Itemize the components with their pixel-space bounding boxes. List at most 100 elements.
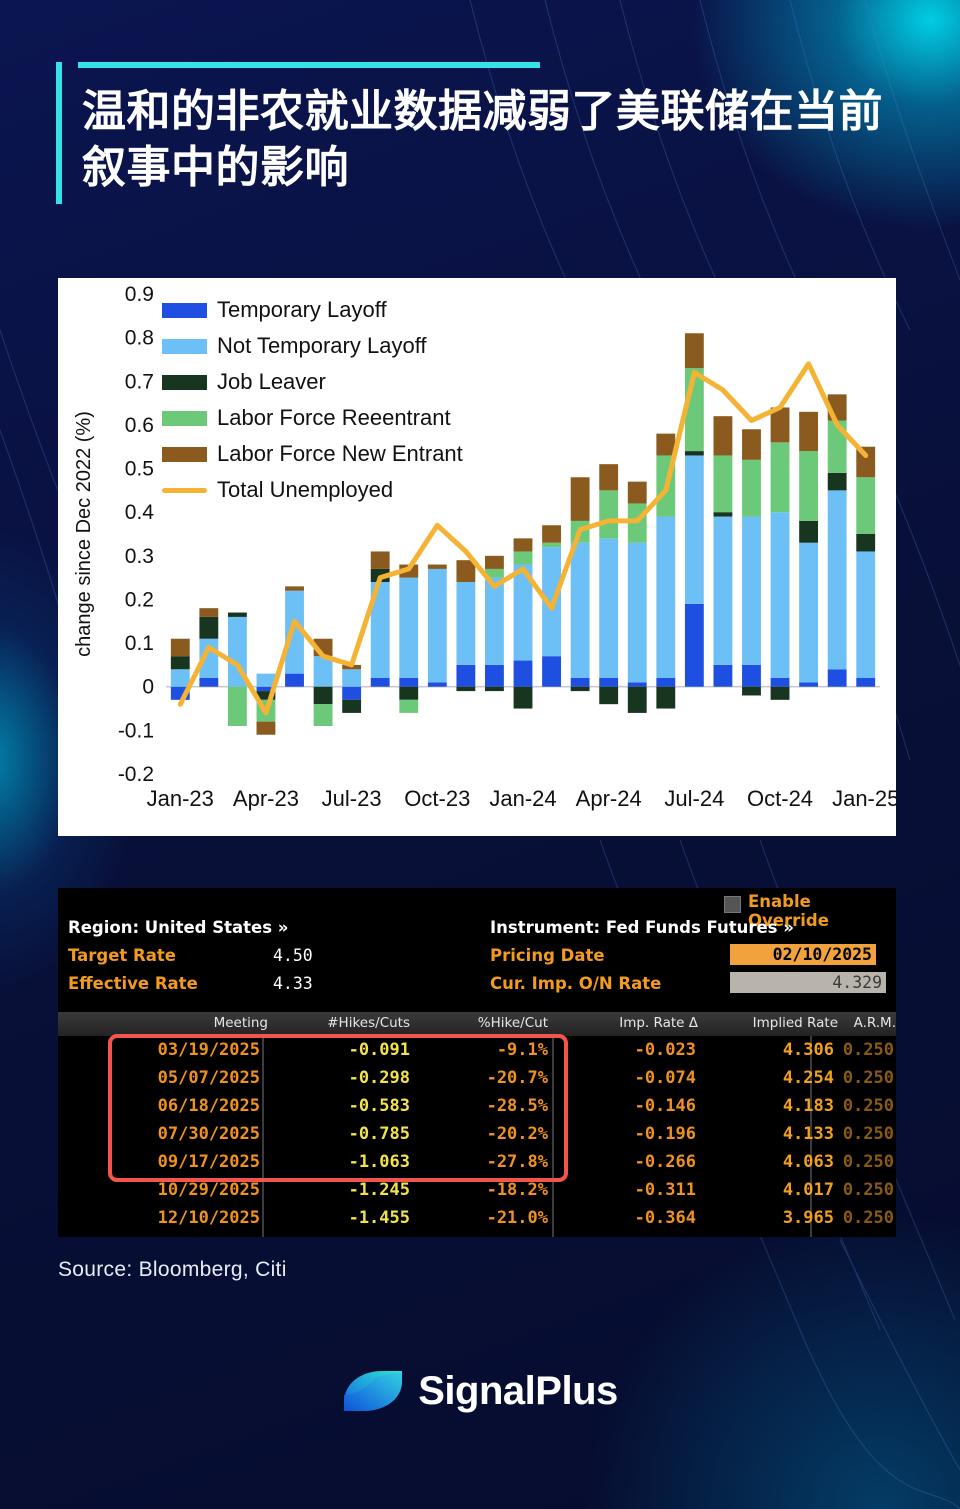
target-rate-value: 4.50: [273, 946, 313, 965]
cell-pct: -21.0%: [486, 1208, 548, 1228]
signalplus-mark-icon: [344, 1371, 403, 1411]
effective-rate-label: Effective Rate: [68, 974, 198, 993]
col-header-imp-rate-delta[interactable]: Imp. Rate Δ: [558, 1015, 698, 1031]
cell-imp-delta: -0.266: [634, 1152, 696, 1172]
terminal-header: Enable Override Region: United States » …: [58, 888, 896, 1008]
cell-hikes: -0.583: [348, 1096, 410, 1116]
y-tick-label: 0.8: [125, 327, 154, 350]
stacked-bar-chart: 0.90.80.70.60.50.40.30.20.10-0.1-0.2Jan-…: [73, 283, 899, 811]
x-tick-label: Oct-24: [747, 786, 813, 811]
col-header-pct-hike-cut[interactable]: %Hike/Cut: [408, 1015, 548, 1031]
cell-arm: 0.250: [842, 1124, 894, 1144]
table-row[interactable]: 03/19/2025 -0.091 -9.1% -0.023 4.306 0.250: [58, 1040, 896, 1067]
cell-hikes: -1.455: [348, 1208, 410, 1228]
cell-pct: -20.2%: [486, 1124, 548, 1144]
source-caption: Source: Bloomberg, Citi: [58, 1258, 287, 1281]
instrument-selector[interactable]: Instrument: Fed Funds Futures »: [490, 918, 794, 937]
pricing-date-label: Pricing Date: [490, 946, 605, 965]
y-tick-label: 0.9: [125, 283, 154, 306]
cell-pct: -9.1%: [496, 1040, 548, 1060]
x-tick-label: Jan-25: [832, 786, 896, 811]
cell-meeting: 10/29/2025: [157, 1180, 260, 1200]
unemployment-chart-panel: 0.9 0.8 0.7 0.6 0.5 0.4 0.3 0.2 0.1 0 -0.1 -0.2 Jan-…: [58, 278, 899, 836]
col-header-implied-rate[interactable]: Implied Rate: [698, 1015, 838, 1031]
cell-hikes: -0.785: [348, 1124, 410, 1144]
x-tick-label: Apr-24: [576, 786, 642, 811]
cell-pct: -28.5%: [486, 1096, 548, 1116]
title-accent-bar-top: [78, 62, 540, 68]
cell-pct: -20.7%: [486, 1068, 548, 1088]
legend-label: Labor Force New Entrant: [217, 441, 463, 466]
table-row[interactable]: 07/30/2025 -0.785 -20.2% -0.196 4.133 0.250: [58, 1124, 896, 1151]
legend-item: Total Unemployed: [162, 477, 393, 502]
table-row[interactable]: 12/10/2025 -1.455 -21.0% -0.364 3.965 0.250: [58, 1208, 896, 1235]
x-tick-label: Jul-24: [664, 786, 724, 811]
cell-meeting: 06/18/2025: [157, 1096, 260, 1116]
cell-meeting: 09/17/2025: [157, 1152, 260, 1172]
x-tick-label: Apr-23: [233, 786, 299, 811]
cell-arm: 0.250: [842, 1208, 894, 1228]
cell-imp-delta: -0.311: [634, 1180, 696, 1200]
cell-imp-delta: -0.146: [634, 1096, 696, 1116]
y-tick-label: 0.4: [125, 501, 155, 524]
y-tick-label: 0.1: [125, 632, 154, 655]
legend-item: Not Temporary Layoff: [162, 333, 427, 358]
cell-meeting: 05/07/2025: [157, 1068, 260, 1088]
title-block: 温和的非农就业数据减弱了美联储在当前叙事中的影响: [56, 62, 916, 204]
cell-imp-delta: -0.023: [634, 1040, 696, 1060]
table-row[interactable]: 06/18/2025 -0.583 -28.5% -0.146 4.183 0.250: [58, 1096, 896, 1123]
legend-label: Job Leaver: [217, 369, 326, 394]
cell-arm: 0.250: [842, 1152, 894, 1172]
legend-item: Labor Force Reeentrant: [162, 405, 451, 430]
cell-arm: 0.250: [842, 1068, 894, 1088]
effective-rate-value: 4.33: [273, 974, 313, 993]
col-header-arm[interactable]: A.R.M.: [818, 1015, 896, 1031]
y-axis-title: change since Dec 2022 (%): [73, 411, 95, 657]
table-row[interactable]: 05/07/2025 -0.298 -20.7% -0.074 4.254 0.250: [58, 1068, 896, 1095]
y-tick-label: 0.6: [125, 414, 154, 437]
cell-arm: 0.250: [842, 1180, 894, 1200]
cell-meeting: 03/19/2025: [157, 1040, 260, 1060]
table-row[interactable]: 09/17/2025 -1.063 -27.8% -0.266 4.063 0.250: [58, 1152, 896, 1179]
x-tick-label: Jan-23: [147, 786, 214, 811]
title-accent-bar-left: [56, 62, 62, 204]
y-tick-label: 0.5: [125, 458, 154, 481]
cur-imp-on-rate-value: 4.329: [730, 972, 886, 993]
y-tick-label: 0.3: [125, 545, 154, 568]
legend-item: Job Leaver: [162, 369, 326, 394]
cell-pct: -18.2%: [486, 1180, 548, 1200]
table-header-row: Meeting #Hikes/Cuts %Hike/Cut Imp. Rate …: [58, 1012, 896, 1036]
cell-imp-delta: -0.196: [634, 1124, 696, 1144]
cell-arm: 0.250: [842, 1040, 894, 1060]
y-tick-label: 0: [142, 676, 154, 699]
col-header-meeting[interactable]: Meeting: [118, 1015, 268, 1031]
cell-imp-delta: -0.074: [634, 1068, 696, 1088]
bloomberg-wirp-panel: Enable Override Region: United States » …: [58, 888, 896, 1237]
x-tick-label: Jul-23: [322, 786, 382, 811]
y-tick-label: -0.2: [118, 763, 154, 786]
region-selector[interactable]: Region: United States »: [68, 918, 288, 937]
legend-item: Temporary Layoff: [162, 297, 387, 322]
target-rate-label: Target Rate: [68, 946, 176, 965]
cell-arm: 0.250: [842, 1096, 894, 1116]
legend-label: Labor Force Reeentrant: [217, 405, 451, 430]
table-row[interactable]: 10/29/2025 -1.245 -18.2% -0.311 4.017 0.250: [58, 1180, 896, 1207]
cell-hikes: -1.063: [348, 1152, 410, 1172]
brand-logo-text: SignalPlus: [418, 1368, 618, 1413]
cell-hikes: -0.091: [348, 1040, 410, 1060]
cell-hikes: -0.298: [348, 1068, 410, 1088]
cur-imp-on-rate-label: Cur. Imp. O/N Rate: [490, 974, 662, 993]
cell-meeting: 07/30/2025: [157, 1124, 260, 1144]
y-tick-label: -0.1: [118, 719, 154, 742]
page-title: 温和的非农就业数据减弱了美联储在当前叙事中的影响: [82, 87, 883, 193]
col-header-hikes-cuts[interactable]: #Hikes/Cuts: [270, 1015, 410, 1031]
cell-pct: -27.8%: [486, 1152, 548, 1172]
enable-override-checkbox[interactable]: [724, 896, 741, 913]
brand-logo: SignalPlus: [0, 1365, 960, 1417]
cell-imp-delta: -0.364: [634, 1208, 696, 1228]
legend-label: Temporary Layoff: [217, 297, 387, 322]
y-tick-label: 0.7: [125, 370, 154, 393]
pricing-date-input[interactable]: 02/10/2025: [730, 944, 876, 965]
cell-hikes: -1.245: [348, 1180, 410, 1200]
legend-label: Not Temporary Layoff: [217, 333, 427, 358]
